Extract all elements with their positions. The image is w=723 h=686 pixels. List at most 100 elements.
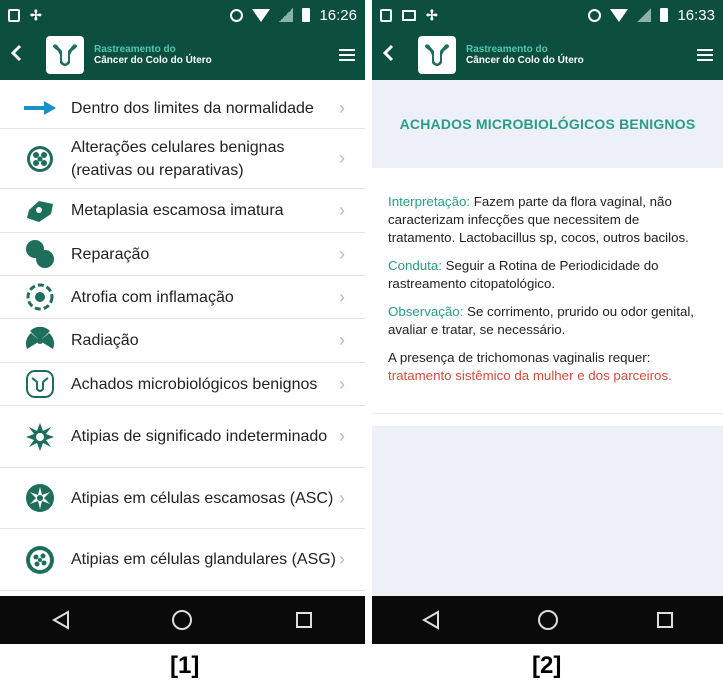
app-logo [46,36,84,74]
screen-1: ✢ 16:26 Rastreamento do Câncer do Colo d… [0,0,365,644]
usb-icon: ✢ [30,6,42,23]
list-item-label: Atipias de significado indeterminado [71,428,328,445]
list-item[interactable]: Achados microbiológicos benignos › [0,363,365,406]
battery-icon [302,8,311,22]
triangle-back-icon [51,610,69,630]
list-item-label: Alterações celulares benignas (reativas … [71,138,285,179]
status-bar: ✢ 16:33 [372,0,723,30]
back-button[interactable] [382,42,418,68]
brand-line-1: Rastreamento do [94,44,176,55]
list-item[interactable]: Atrofia com inflamação › [0,276,365,319]
android-nav-bar [372,596,723,644]
list-item[interactable]: Metaplasia escamosa imatura › [0,189,365,233]
chevron-right-icon: › [339,426,345,446]
list-item-label: Reparação [71,245,150,263]
list-item[interactable]: Reparação › [0,233,365,276]
wifi-icon [252,8,271,22]
signal-icon [279,8,294,22]
list-item[interactable]: Atipias em células escamosas (ASC) › [0,468,365,529]
chevron-right-icon: › [339,373,345,394]
asg-cell-icon [22,545,58,575]
list-item-label: Metaplasia escamosa imatura [71,202,284,219]
atrophy-cell-icon [22,282,58,312]
caption-2: [2] [532,652,562,679]
hamburger-menu-button[interactable] [697,46,713,64]
radiation-icon [22,326,58,356]
image-notification-icon [402,9,416,21]
app-header: Rastreamento do Câncer do Colo do Útero [372,30,723,80]
list-item-label: Atipias em células escamosas (ASC) [71,489,334,507]
brand-line-2: Câncer do Colo do Útero [466,55,584,66]
asc-cell-icon [22,483,58,513]
nav-home-button[interactable] [162,600,202,640]
repair-cells-icon [22,239,58,269]
nav-recents-button[interactable] [645,600,685,640]
status-time: 16:26 [319,6,357,24]
chevron-right-icon: › [339,487,345,508]
triangle-back-icon [421,610,439,630]
title-band: ACHADOS MICROBIOLÓGICOS BENIGNOS [372,80,723,168]
atypia-spiky-icon [22,422,58,452]
nav-home-button[interactable] [528,600,568,640]
back-button[interactable] [10,42,46,68]
observation-label: Observação: [388,304,464,319]
usb-icon: ✢ [426,6,438,23]
list-item-label: Atrofia com inflamação [71,288,234,306]
chevron-left-icon [10,44,22,62]
circle-home-icon [172,610,193,630]
trichomonas-treatment: tratamento sistêmico da mulher e dos par… [388,368,672,383]
interpretation-paragraph: Interpretação: Fazem parte da flora vagi… [388,193,707,247]
cell-cluster-icon [22,144,58,174]
conduta-paragraph: Conduta: Seguir a Rotina de Periodicidad… [388,257,707,293]
list-item[interactable]: Alterações celulares benignas (reativas … [0,129,365,189]
chevron-right-icon: › [339,286,345,307]
phone-notification-icon [8,8,20,22]
square-recents-icon [656,612,673,628]
uterus-logo-icon [53,44,77,66]
chevron-right-icon: › [339,330,345,350]
signal-icon [637,8,652,22]
interpretation-label: Interpretação: [388,194,471,209]
square-recents-icon [296,612,313,628]
caption-1: [1] [170,652,200,679]
chevron-left-icon [382,44,394,62]
trichomonas-paragraph: A presença de trichomonas vaginalis requ… [388,349,707,385]
phone-notification-icon [380,8,392,22]
list-item-label: Achados microbiológicos benignos [71,375,318,393]
uterus-icon [22,369,58,399]
battery-icon [660,8,669,22]
nav-recents-button[interactable] [284,600,324,640]
chevron-right-icon: › [339,200,345,220]
detail-body: Interpretação: Fazem parte da flora vagi… [372,168,723,414]
empty-area [372,426,723,596]
page-title: ACHADOS MICROBIOLÓGICOS BENIGNOS [399,116,696,132]
alarm-icon [230,8,244,22]
app-header: Rastreamento do Câncer do Colo do Útero [0,30,365,80]
circle-home-icon [537,610,558,630]
screen-2: ✢ 16:33 Rastreamento do Câncer do Colo d… [372,0,723,644]
observation-paragraph: Observação: Se corrimento, prurido ou od… [388,303,707,339]
brand-line-1: Rastreamento do [466,44,548,55]
list-item[interactable]: Radiação › [0,319,365,363]
app-logo [418,36,456,74]
list-item-label: Atipias em células glandulares (ASG) [71,551,337,568]
alarm-icon [588,8,602,22]
list-item-label: Dentro dos limites da normalidade [71,99,314,117]
nav-back-button[interactable] [411,600,451,640]
brand-line-2: Câncer do Colo do Útero [94,55,212,66]
android-nav-bar [0,596,365,644]
list-item[interactable]: Dentro dos limites da normalidade › [0,88,365,129]
status-time: 16:33 [677,6,715,24]
nav-back-button[interactable] [41,600,81,640]
list-item[interactable]: Atipias em células glandulares (ASG) › [0,529,365,591]
trichomonas-text: A presença de trichomonas vaginalis requ… [388,350,651,365]
chevron-right-icon: › [339,243,345,264]
arrow-right-icon [22,93,58,123]
chevron-right-icon: › [339,148,345,168]
status-bar: ✢ 16:26 [0,0,365,30]
list-item[interactable]: Atipias de significado indeterminado › [0,406,365,468]
hamburger-menu-button[interactable] [339,46,355,64]
conduta-label: Conduta: [388,258,442,273]
uterus-logo-icon [425,44,449,66]
chevron-right-icon: › [339,549,345,569]
